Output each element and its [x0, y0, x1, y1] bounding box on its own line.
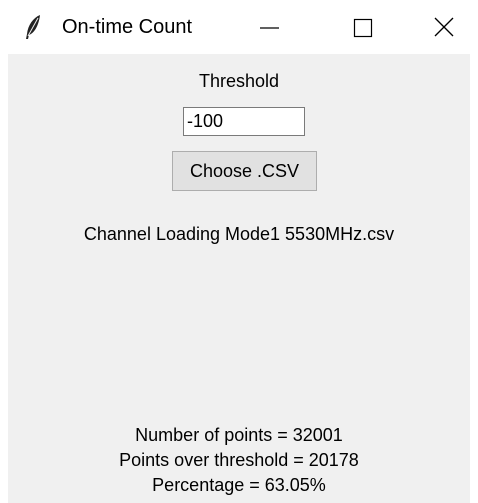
percentage-label: Percentage = 63.05%	[152, 475, 326, 495]
num-points-label: Number of points = 32001	[135, 425, 343, 445]
threshold-input[interactable]	[183, 107, 305, 136]
maximize-button[interactable]	[338, 8, 390, 46]
threshold-label: Threshold	[198, 71, 280, 91]
choose-csv-button[interactable]: Choose .CSV	[172, 151, 317, 191]
minimize-icon	[260, 27, 279, 29]
selected-file-label: Channel Loading Mode1 5530MHz.csv	[83, 224, 395, 244]
minimize-button[interactable]	[244, 8, 296, 46]
close-button[interactable]	[426, 8, 478, 46]
close-icon	[434, 17, 454, 37]
title-bar: On-time Count	[0, 0, 478, 54]
main-panel: Threshold Choose .CSV Channel Loading Mo…	[8, 54, 470, 503]
window-title: On-time Count	[62, 16, 193, 38]
points-over-threshold-label: Points over threshold = 20178	[119, 450, 359, 470]
maximize-icon	[353, 18, 373, 38]
feather-icon	[24, 14, 42, 40]
